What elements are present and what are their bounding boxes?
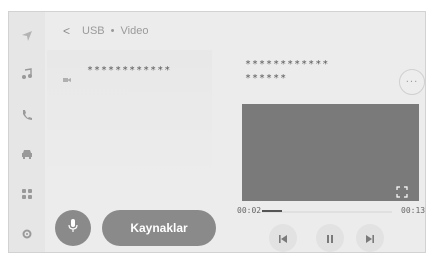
sources-button[interactable]: Kaynaklar <box>102 210 216 246</box>
breadcrumb-source: USB <box>82 25 105 37</box>
apps-grid-icon[interactable] <box>17 184 37 204</box>
now-playing-subtitle: ****** <box>245 73 288 84</box>
progress-fill <box>262 210 282 212</box>
pause-button[interactable] <box>316 224 344 252</box>
total-time: 00:13 <box>401 206 426 215</box>
media-item-title[interactable]: ************ <box>87 65 171 76</box>
pause-icon <box>325 229 335 248</box>
phone-icon[interactable] <box>17 105 37 125</box>
back-button[interactable]: < <box>63 24 70 38</box>
fullscreen-button[interactable] <box>392 182 412 202</box>
microphone-icon <box>67 218 79 238</box>
next-track-button[interactable] <box>356 224 384 252</box>
now-playing-title: ************ <box>245 59 330 70</box>
navigation-arrow-icon[interactable] <box>17 26 37 46</box>
more-options-button[interactable]: ··· <box>399 69 425 95</box>
breadcrumb-page: Video <box>120 25 149 37</box>
breadcrumb: < USB • Video <box>63 24 148 38</box>
skip-previous-icon <box>278 229 288 248</box>
breadcrumb-separator: • <box>110 25 115 37</box>
sources-button-label: Kaynaklar <box>130 221 188 235</box>
now-playing-info: ************ ****** <box>245 58 329 86</box>
fullscreen-icon <box>396 183 408 202</box>
settings-gear-icon[interactable] <box>17 224 37 244</box>
car-icon[interactable] <box>17 144 37 164</box>
screen-frame: < USB • Video ************ Kaynaklar ***… <box>8 11 426 253</box>
more-dots-icon: ··· <box>405 76 419 88</box>
music-note-icon[interactable] <box>17 64 37 84</box>
skip-next-icon <box>365 229 375 248</box>
sidebar <box>9 12 45 252</box>
elapsed-time: 00:02 <box>237 206 262 215</box>
previous-track-button[interactable] <box>269 224 297 252</box>
video-file-icon <box>63 68 71 87</box>
media-list-panel: ************ <box>47 50 212 205</box>
microphone-button[interactable] <box>55 210 91 246</box>
